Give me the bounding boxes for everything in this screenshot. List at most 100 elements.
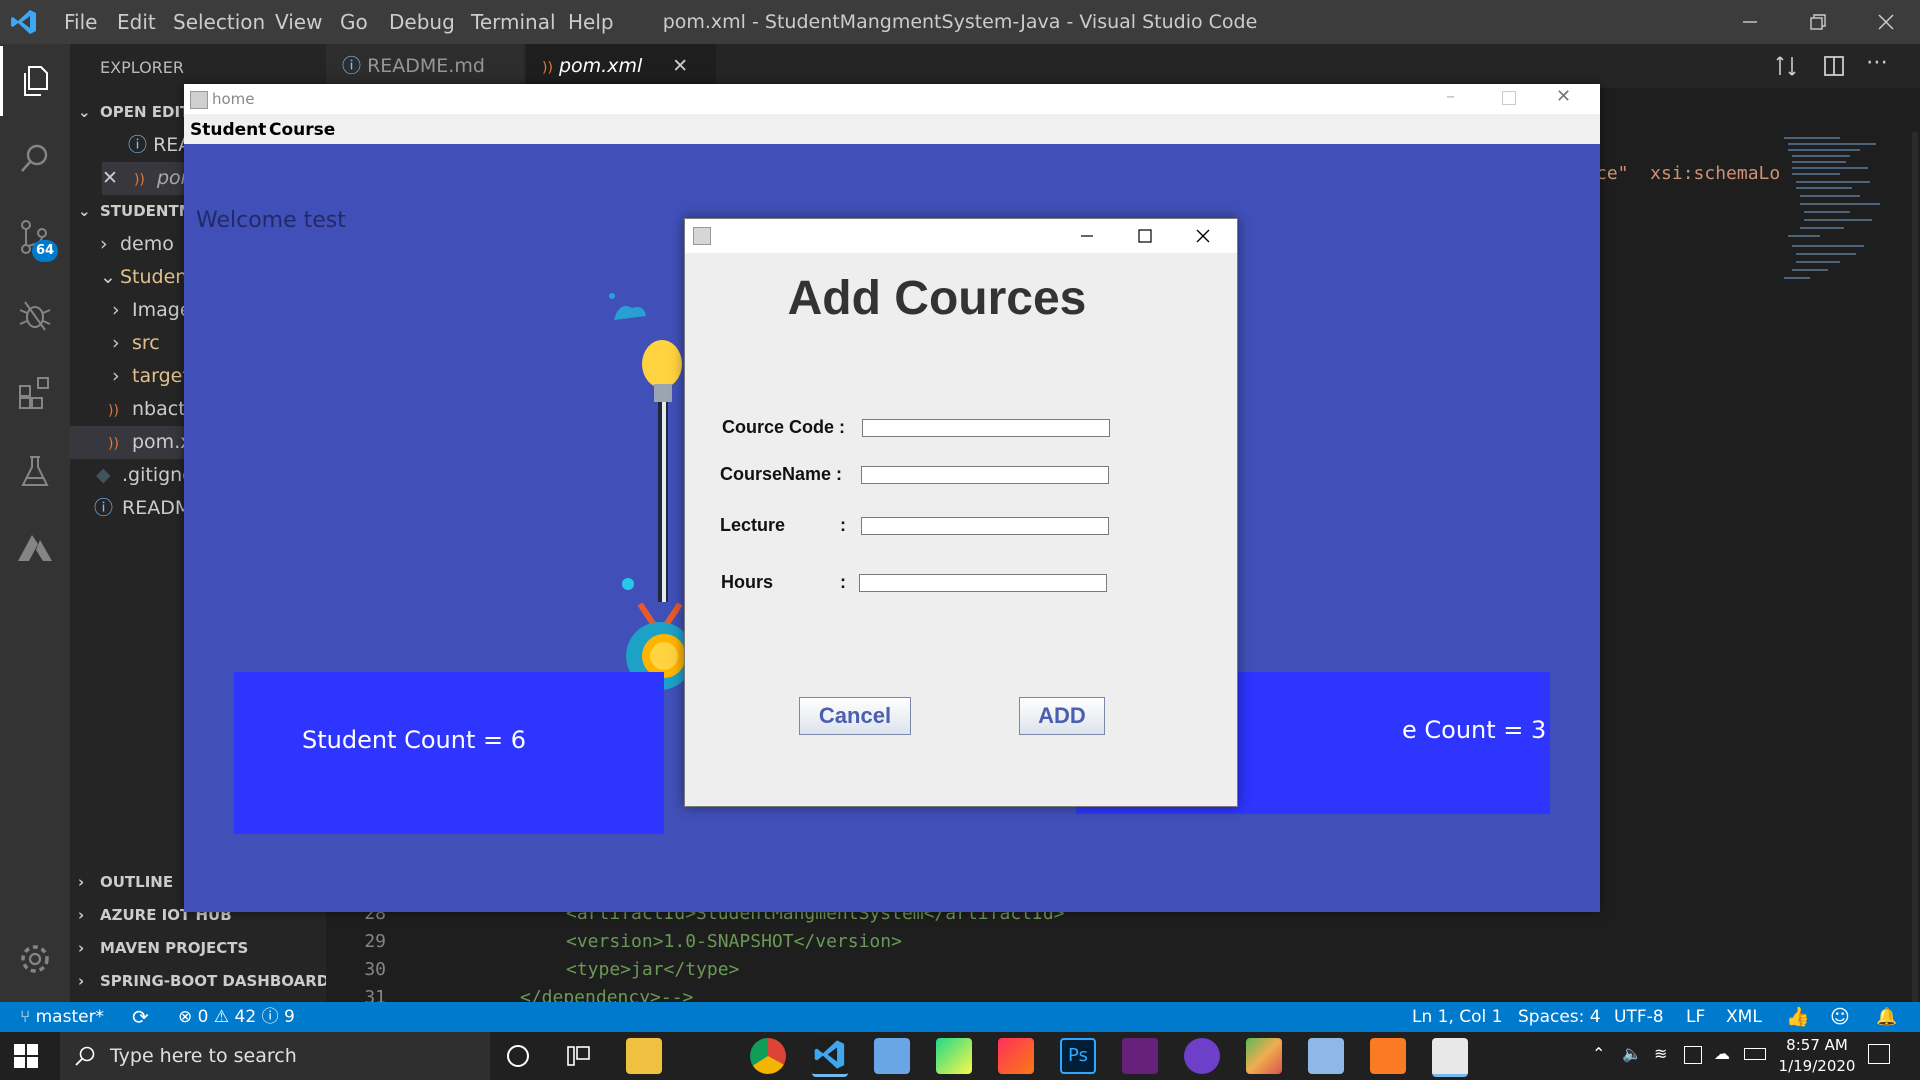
onedrive-cloud-icon[interactable]: ☁ bbox=[1714, 1044, 1730, 1063]
java-app-icon[interactable] bbox=[1432, 1038, 1468, 1077]
branch-status[interactable]: ⑂ master* bbox=[20, 1002, 104, 1032]
intellij-icon[interactable] bbox=[998, 1038, 1034, 1074]
box-app-icon[interactable] bbox=[874, 1038, 910, 1074]
search-icon[interactable] bbox=[0, 124, 70, 194]
course-name-input[interactable] bbox=[861, 466, 1109, 484]
lecture-input[interactable] bbox=[861, 517, 1109, 535]
notifications-bell-icon[interactable]: 🔔 bbox=[1876, 1002, 1897, 1032]
thumbs-up-icon[interactable]: 👍 bbox=[1786, 1002, 1810, 1032]
xampp-icon[interactable] bbox=[1370, 1038, 1406, 1074]
open-editors-label: OPEN EDIT bbox=[100, 103, 191, 121]
sync-icon[interactable]: ⟳ bbox=[132, 1002, 149, 1032]
end-of-line[interactable]: LF bbox=[1686, 1002, 1705, 1032]
lecture-colon: : bbox=[840, 515, 846, 535]
outline-section[interactable]: › OUTLINE bbox=[78, 866, 173, 899]
error-count: 0 bbox=[197, 1007, 209, 1027]
hours-input[interactable] bbox=[859, 574, 1107, 592]
home-close-button[interactable]: ✕ bbox=[1556, 86, 1571, 107]
settings-gear-icon[interactable] bbox=[0, 924, 70, 994]
tree-item-demo[interactable]: › demo bbox=[100, 228, 174, 261]
feedback-smiley-icon[interactable]: ☺ bbox=[1830, 1002, 1850, 1032]
project-section[interactable]: ⌄ STUDENTM bbox=[78, 195, 194, 228]
menu-selection[interactable]: Selection bbox=[173, 0, 265, 44]
section-label: MAVEN PROJECTS bbox=[100, 939, 249, 957]
close-icon[interactable]: ✕ bbox=[672, 55, 688, 77]
tray-chevron-up-icon[interactable]: ⌃ bbox=[1592, 1044, 1605, 1063]
indentation[interactable]: Spaces: 4 bbox=[1518, 1002, 1601, 1032]
info-icon: ⓘ bbox=[342, 55, 362, 77]
photoshop-icon[interactable]: Ps bbox=[1060, 1038, 1096, 1074]
extensions-icon[interactable] bbox=[0, 358, 70, 428]
open-editors-section[interactable]: ⌄ OPEN EDIT bbox=[78, 96, 190, 129]
dialog-minimize-button[interactable] bbox=[1073, 219, 1101, 253]
clock[interactable]: 8:57 AM 1/19/2020 bbox=[1772, 1035, 1862, 1077]
welcome-text: Welcome test bbox=[196, 208, 346, 233]
tray-app-icon[interactable] bbox=[1684, 1046, 1702, 1064]
tree-item-studen[interactable]: ⌄ Studen bbox=[100, 261, 187, 294]
taskbar-search-box[interactable]: Type here to search bbox=[60, 1032, 490, 1080]
tree-item-gitignore[interactable]: ◆ .gitignc bbox=[96, 459, 193, 492]
home-maximize-button[interactable] bbox=[1502, 91, 1516, 105]
language-mode[interactable]: XML bbox=[1726, 1002, 1762, 1032]
network-icon[interactable]: ≋ bbox=[1654, 1044, 1667, 1063]
source-control-icon[interactable] bbox=[0, 202, 70, 272]
task-view-icon[interactable] bbox=[566, 1044, 592, 1068]
battery-icon[interactable] bbox=[1744, 1048, 1766, 1060]
tab-pom[interactable]: )) pom.xml ✕ bbox=[526, 44, 716, 88]
vscode-taskbar-icon[interactable] bbox=[812, 1038, 848, 1077]
spring-boot-dashboard-section[interactable]: › SPRING-BOOT DASHBOARD bbox=[78, 965, 329, 998]
chevron-right-icon: › bbox=[112, 332, 120, 354]
menu-file[interactable]: File bbox=[64, 0, 97, 44]
home-minimize-button[interactable]: – bbox=[1446, 86, 1455, 107]
restore-button[interactable] bbox=[1784, 0, 1852, 44]
course-code-input[interactable] bbox=[862, 419, 1110, 437]
tree-item-readme[interactable]: ⓘ READM bbox=[94, 492, 191, 525]
open-editor-readme[interactable]: ⓘ REA bbox=[128, 129, 191, 162]
info-icon: ⓘ bbox=[261, 1007, 279, 1027]
tree-item-src[interactable]: › src bbox=[112, 327, 160, 360]
encoding[interactable]: UTF-8 bbox=[1614, 1002, 1664, 1032]
windows-start-icon[interactable] bbox=[14, 1044, 38, 1068]
tree-item-nbact[interactable]: )) nbact bbox=[108, 393, 186, 426]
add-button[interactable]: ADD bbox=[1019, 697, 1105, 735]
gitkraken-icon[interactable] bbox=[1246, 1038, 1282, 1074]
more-actions-icon[interactable]: ⋯ bbox=[1866, 50, 1888, 75]
compare-changes-icon[interactable] bbox=[1774, 54, 1798, 78]
code-line: <type>jar</type> bbox=[566, 959, 740, 980]
tree-item-target[interactable]: › target bbox=[112, 360, 190, 393]
virtualbox-icon[interactable] bbox=[1308, 1038, 1344, 1074]
hours-colon: : bbox=[840, 572, 846, 592]
github-desktop-icon[interactable] bbox=[1184, 1038, 1220, 1074]
close-button[interactable] bbox=[1852, 0, 1920, 44]
cancel-button[interactable]: Cancel bbox=[799, 697, 911, 735]
tab-readme[interactable]: ⓘ README.md bbox=[326, 44, 524, 88]
webstorm-icon[interactable] bbox=[936, 1038, 972, 1074]
vscode-title-bar: File Edit Selection View Go Debug Termin… bbox=[0, 0, 1920, 44]
minimap[interactable] bbox=[1780, 132, 1888, 312]
debug-icon[interactable] bbox=[0, 280, 70, 350]
menu-course[interactable]: Course bbox=[269, 120, 335, 140]
maven-projects-section[interactable]: › MAVEN PROJECTS bbox=[78, 932, 248, 965]
cortana-icon[interactable] bbox=[507, 1045, 529, 1067]
split-editor-icon[interactable] bbox=[1822, 54, 1846, 78]
cursor-position[interactable]: Ln 1, Col 1 bbox=[1412, 1002, 1503, 1032]
file-explorer-icon[interactable] bbox=[626, 1038, 662, 1074]
tree-item-image[interactable]: › Image bbox=[112, 294, 192, 327]
window-title: pom.xml - StudentMangmentSystem-Java - V… bbox=[662, 11, 1258, 33]
volume-icon[interactable]: 🔈 bbox=[1622, 1044, 1642, 1063]
action-center-icon[interactable] bbox=[1868, 1044, 1890, 1064]
close-icon[interactable]: ✕ bbox=[102, 167, 118, 189]
problems-status[interactable]: ⊗ 0 ⚠ 42 ⓘ 9 bbox=[178, 1002, 295, 1032]
student-count-text: Student Count = 6 bbox=[302, 726, 527, 754]
dialog-close-button[interactable] bbox=[1189, 219, 1217, 253]
vertical-scrollbar[interactable] bbox=[1912, 132, 1918, 1002]
visual-studio-icon[interactable] bbox=[1122, 1038, 1158, 1074]
chrome-icon[interactable] bbox=[750, 1038, 786, 1074]
azure-icon[interactable] bbox=[0, 514, 70, 584]
explorer-icon[interactable] bbox=[0, 46, 70, 116]
testing-flask-icon[interactable] bbox=[0, 436, 70, 506]
menu-student[interactable]: Student bbox=[190, 120, 266, 140]
menu-edit[interactable]: Edit bbox=[117, 0, 156, 44]
minimize-button[interactable] bbox=[1716, 0, 1784, 44]
dialog-maximize-button[interactable] bbox=[1131, 219, 1159, 253]
